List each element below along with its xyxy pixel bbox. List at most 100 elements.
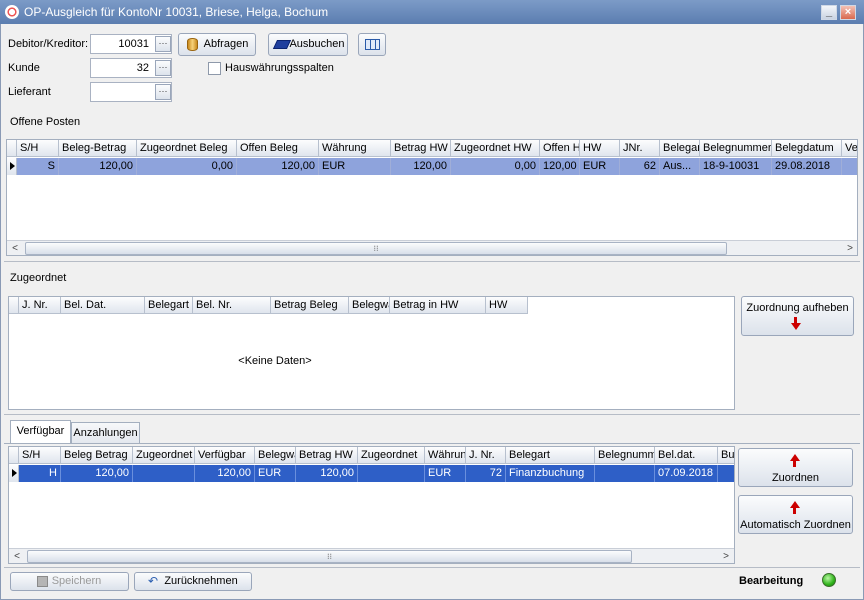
table-cell[interactable]: EUR [255,465,296,482]
column-header[interactable]: Buch [718,447,734,464]
table-cell[interactable]: 120,00 [391,158,451,175]
minimize-button[interactable]: _ [821,5,837,20]
column-header[interactable]: Belegwä [349,297,390,314]
ausbuchen-label: Ausbuchen [289,38,345,50]
kunde-lookup-button[interactable]: ··· [155,60,171,76]
table-cell[interactable]: 29.08.2018 [772,158,842,175]
speichern-button[interactable]: Speichern [10,572,129,591]
column-header[interactable]: Belegart [145,297,193,314]
column-header[interactable]: JNr. [620,140,660,157]
table-cell[interactable] [842,158,857,175]
table-cell[interactable]: 0,00 [451,158,540,175]
column-header[interactable]: Belegwä [255,447,296,464]
arrow-up-icon [790,501,800,508]
column-header[interactable]: Belegnummer [700,140,772,157]
column-header[interactable]: Verfügbar [195,447,255,464]
table-cell[interactable]: 72 [466,465,506,482]
table-cell[interactable]: S [17,158,59,175]
column-header[interactable]: Zugeordnet Beleg [137,140,237,157]
column-header[interactable]: Beleg Betrag [61,447,133,464]
table-cell[interactable]: EUR [425,465,466,482]
column-header[interactable]: Betrag Beleg [271,297,349,314]
column-header[interactable]: Offen H [540,140,580,157]
scroll-thumb[interactable]: ⁝⁝ [25,242,727,255]
column-header[interactable]: Betrag in HW [390,297,486,314]
column-header[interactable]: J. Nr. [466,447,506,464]
table-cell[interactable] [358,465,425,482]
column-header[interactable]: Belegar [660,140,700,157]
column-header[interactable]: Bel.dat. [655,447,718,464]
table-cell[interactable] [718,465,734,482]
column-header[interactable]: Währung [319,140,391,157]
table-cell[interactable]: 120,00 [296,465,358,482]
ausbuchen-button[interactable]: Ausbuchen [268,33,348,56]
tab-verfuegbar[interactable]: Verfügbar [10,420,71,444]
kunde-label: Kunde [8,62,40,74]
scroll-thumb[interactable]: ⁝⁝ [27,550,632,563]
column-header[interactable]: HW [486,297,528,314]
scroll-right-icon[interactable]: > [842,241,857,255]
grid-view-button[interactable] [358,33,386,56]
table-cell[interactable]: Finanzbuchung [506,465,595,482]
table-cell[interactable]: 0,00 [137,158,237,175]
column-header[interactable]: Bel. Nr. [193,297,271,314]
tab-anzahlungen[interactable]: Anzahlungen [71,422,140,444]
lieferant-lookup-button[interactable]: ··· [155,84,171,100]
scroll-left-icon[interactable]: < [7,241,23,255]
column-header[interactable]: S/H [19,447,61,464]
column-header[interactable]: Zugeordnet [133,447,195,464]
table-row[interactable]: H 120,00 120,00 EUR 120,00 EUR 72 Finanzbuchung… [19,465,734,482]
table-cell[interactable]: 62 [620,158,660,175]
verfuegbar-hscrollbar[interactable]: < ⁝⁝ > [9,548,734,563]
zugeordnet-title: Zugeordnet [10,272,67,284]
zuruecknehmen-label: Zurücknehmen [164,575,238,587]
scroll-right-icon[interactable]: > [718,549,734,563]
arrow-up-stem [793,508,796,514]
column-header[interactable]: Betrag HW [296,447,358,464]
table-cell[interactable]: 120,00 [237,158,319,175]
zuordnen-button[interactable]: Zuordnen [738,448,853,487]
zuordnung-aufheben-button[interactable]: Zuordnung aufheben [741,296,854,336]
table-cell[interactable]: EUR [319,158,391,175]
column-header[interactable]: Belegdatum [772,140,842,157]
table-cell[interactable] [133,465,195,482]
arrow-up-stem [793,461,796,467]
column-header[interactable]: Beleg-Betrag [59,140,137,157]
debitor-lookup-button[interactable]: ··· [155,36,171,52]
table-cell[interactable]: Aus... [660,158,700,175]
offene-posten-hscrollbar[interactable]: < ⁝⁝ > [7,240,857,255]
column-header[interactable]: HW [580,140,620,157]
table-cell[interactable]: 120,00 [540,158,580,175]
table-cell[interactable]: 120,00 [59,158,137,175]
table-cell[interactable]: 120,00 [195,465,255,482]
column-header[interactable]: Bel. Dat. [61,297,145,314]
automatisch-zuordnen-button[interactable]: Automatisch Zuordnen [738,495,853,534]
table-cell[interactable]: EUR [580,158,620,175]
column-header[interactable]: Offen Beleg [237,140,319,157]
abfragen-button[interactable]: Abfragen [178,33,256,56]
column-header[interactable]: Belegart [506,447,595,464]
table-row[interactable]: S 120,00 0,00 120,00 EUR 120,00 0,00 120,00 EUR 6… [17,158,857,175]
column-header[interactable]: S/H [17,140,59,157]
close-button[interactable]: × [840,5,856,20]
column-header[interactable]: Betrag HW [391,140,451,157]
splitter[interactable] [4,414,860,415]
hauswaehrung-label: Hauswährungsspalten [225,62,334,74]
column-header[interactable]: Zugeordnet [358,447,425,464]
zuordnung-aufheben-label: Zuordnung aufheben [746,302,849,314]
column-header[interactable]: J. Nr. [19,297,61,314]
splitter[interactable] [4,261,860,262]
title-bar: OP-Ausgleich für KontoNr 10031, Briese, … [0,0,864,24]
column-header[interactable]: Währun [425,447,466,464]
table-cell[interactable]: 18-9-10031 [700,158,772,175]
scroll-left-icon[interactable]: < [9,549,25,563]
table-cell[interactable]: 07.09.2018 [655,465,718,482]
table-cell[interactable] [595,465,655,482]
table-cell[interactable]: H [19,465,61,482]
table-cell[interactable]: 120,00 [61,465,133,482]
column-header[interactable]: Zugeordnet HW [451,140,540,157]
hauswaehrung-checkbox[interactable] [208,62,221,75]
column-header[interactable]: Ver [842,140,857,157]
column-header[interactable]: Belegnumme [595,447,655,464]
zuruecknehmen-button[interactable]: ↶ Zurücknehmen [134,572,252,591]
